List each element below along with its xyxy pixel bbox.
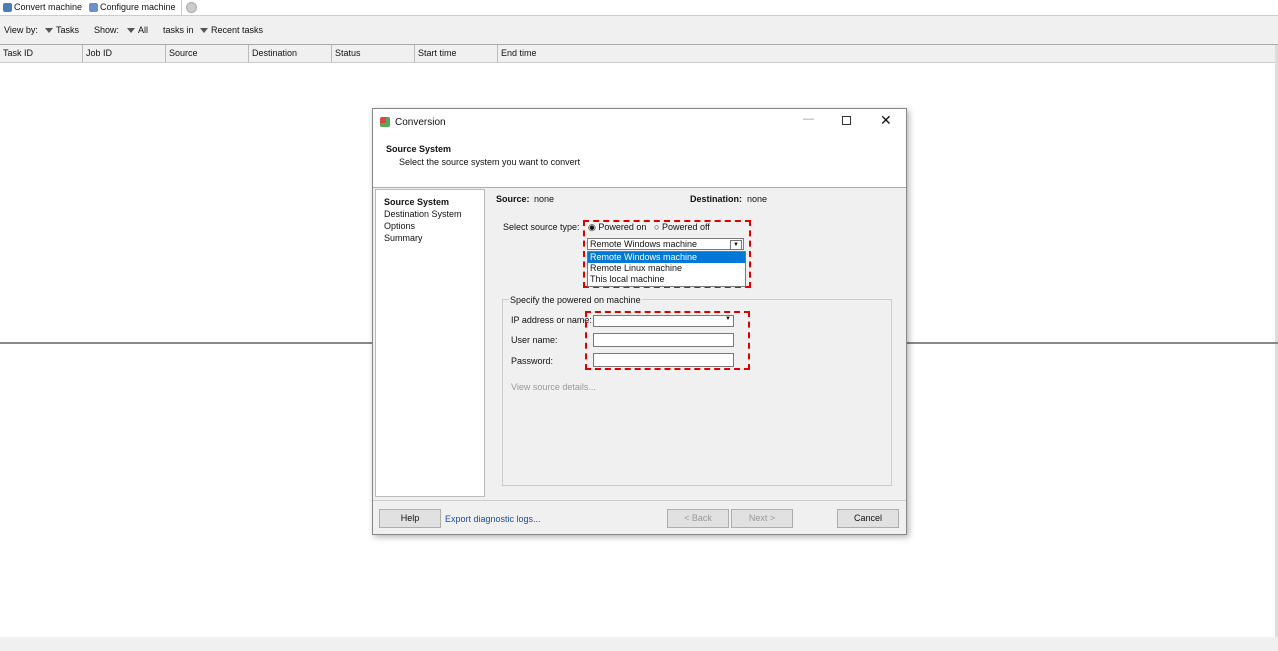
ip-label: IP address or name: — [511, 315, 592, 325]
source-type-list: Remote Windows machine Remote Linux mach… — [587, 251, 746, 287]
column-start-time[interactable]: Start time — [415, 45, 498, 62]
source-type-combo[interactable]: Remote Windows machine ▼ — [587, 238, 744, 250]
next-button[interactable]: Next > — [731, 509, 793, 528]
nav-summary[interactable]: Summary — [384, 232, 476, 244]
dialog-title: Conversion — [395, 117, 446, 128]
conversion-dialog: Conversion — ✕ Source System Select the … — [372, 108, 907, 535]
ip-address-combo[interactable]: ▼ — [593, 315, 734, 327]
password-input[interactable] — [593, 353, 734, 367]
dropdown-icon — [200, 28, 208, 34]
show-value: All — [138, 25, 149, 35]
dialog-header: Conversion — ✕ Source System Select the … — [373, 109, 906, 188]
username-input[interactable] — [593, 333, 734, 347]
app-icon — [380, 117, 390, 127]
powered-on-label: Powered on — [598, 222, 647, 232]
convert-label: Convert machine — [14, 2, 83, 12]
back-button[interactable]: < Back — [667, 509, 729, 528]
cancel-button[interactable]: Cancel — [837, 509, 899, 528]
dropdown-arrow-icon[interactable]: ▼ — [730, 240, 742, 250]
show-dropdown[interactable]: All — [127, 25, 148, 35]
nav-destination-system[interactable]: Destination System — [384, 208, 476, 220]
column-source[interactable]: Source — [166, 45, 249, 62]
powered-off-label: Powered off — [661, 222, 710, 232]
destination-label: Destination: — [690, 194, 743, 204]
combo-value: Remote Windows machine — [590, 239, 698, 249]
page-heading: Source System — [386, 144, 452, 154]
column-task-id[interactable]: Task ID — [0, 45, 83, 62]
export-logs-link[interactable]: Export diagnostic logs... — [445, 514, 541, 524]
page-subheading: Select the source system you want to con… — [399, 157, 581, 167]
username-label: User name: — [511, 335, 558, 345]
help-button[interactable]: Help — [379, 509, 441, 528]
configure-icon — [89, 2, 98, 12]
option-remote-linux[interactable]: Remote Linux machine — [588, 263, 745, 274]
status-bar — [0, 637, 1278, 651]
destination-value: none — [747, 194, 768, 204]
nav-source-system[interactable]: Source System — [384, 196, 476, 208]
dropdown-icon — [45, 28, 53, 34]
recent-dropdown[interactable]: Recent tasks — [200, 25, 263, 35]
convert-machine-button[interactable]: Convert machine — [3, 2, 82, 12]
close-button[interactable]: ✕ — [880, 112, 892, 129]
option-remote-windows[interactable]: Remote Windows machine — [588, 252, 745, 263]
view-source-details-link[interactable]: View source details... — [511, 382, 596, 392]
password-label: Password: — [511, 356, 554, 366]
toolbar: Convert machine Configure machine — [0, 0, 1278, 16]
view-value: Tasks — [56, 25, 80, 35]
recent-value: Recent tasks — [211, 25, 264, 35]
minimize-button[interactable]: — — [803, 113, 814, 125]
powered-off-radio[interactable]: ○ Powered off — [654, 222, 710, 232]
column-status[interactable]: Status — [332, 45, 415, 62]
source-value: none — [534, 194, 555, 204]
view-by-label: View by: — [4, 25, 38, 35]
option-local-machine[interactable]: This local machine — [588, 274, 745, 285]
view-by-dropdown[interactable]: Tasks — [45, 25, 79, 35]
maximize-button[interactable] — [842, 116, 851, 125]
wizard-nav: Source System Destination System Options… — [375, 189, 485, 497]
nav-options[interactable]: Options — [384, 220, 476, 232]
source-type-label: Select source type: — [503, 222, 580, 232]
task-table-header: Task ID Job ID Source Destination Status… — [0, 45, 1275, 63]
separator — [181, 0, 182, 15]
powered-on-radio[interactable]: ◉ Powered on — [588, 222, 646, 233]
footer-divider — [373, 500, 906, 501]
dropdown-icon — [127, 28, 135, 34]
show-label: Show: — [94, 25, 120, 35]
configure-label: Configure machine — [100, 2, 176, 12]
stop-icon[interactable] — [186, 2, 197, 13]
group-title: Specify the powered on machine — [509, 295, 642, 305]
view-bar: View by: Tasks Show: All tasks in Recent… — [0, 16, 1278, 46]
tasks-in-label: tasks in — [163, 25, 194, 35]
column-destination[interactable]: Destination — [249, 45, 332, 62]
column-end-time[interactable]: End time — [498, 45, 581, 62]
convert-icon — [3, 2, 12, 12]
configure-machine-button[interactable]: Configure machine — [89, 2, 176, 12]
source-label: Source: — [496, 194, 530, 204]
dropdown-arrow-icon[interactable]: ▼ — [725, 316, 731, 322]
column-job-id[interactable]: Job ID — [83, 45, 166, 62]
